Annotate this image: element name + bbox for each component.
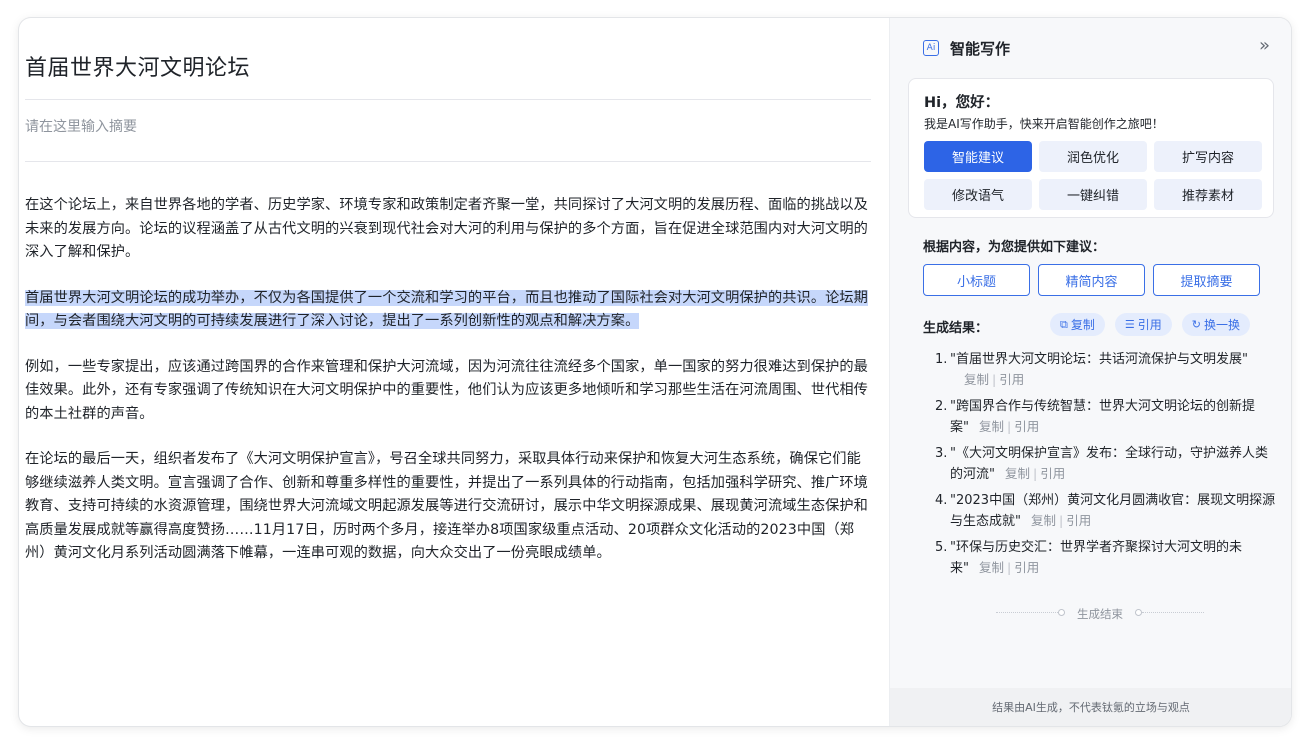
paragraph-text: 在论坛的最后一天，组织者发布了《大河文明保护宣言》，号召全球共同努力，采取具体行… — [25, 451, 868, 561]
result-copy-link[interactable]: 复制 — [979, 560, 1004, 575]
paragraph[interactable]: 在这个论坛上，来自世界各地的学者、历史学家、环境专家和政策制定者齐聚一堂，共同探… — [25, 194, 871, 265]
result-copy-link[interactable]: 复制 — [979, 419, 1004, 434]
panel-header: Ai 智能写作 » — [890, 18, 1291, 76]
ai-icon: Ai — [923, 40, 939, 56]
paragraph-text: 在这个论坛上，来自世界各地的学者、历史学家、环境专家和政策制定者齐聚一堂，共同探… — [25, 197, 868, 260]
recommend-material-button[interactable]: 推荐素材 — [1154, 179, 1262, 210]
result-number: 4. — [935, 493, 948, 508]
paragraph[interactable]: 例如，一些专家提出，应该通过跨国界的合作来管理和保护大河流域，因为河流往往流经多… — [25, 356, 871, 427]
abstract-input[interactable]: 请在这里输入摘要 — [25, 116, 137, 136]
result-number: 3. — [935, 446, 948, 461]
document-title[interactable]: 首届世界大河文明论坛 — [25, 50, 250, 82]
smart-suggest-button[interactable]: 智能建议 — [924, 141, 1032, 172]
selected-text: 首届世界大河文明论坛的成功举办，不仅为各国提供了一个交流和学习的平台，而且也推动… — [25, 289, 868, 329]
document-editor[interactable]: 首届世界大河文明论坛 请在这里输入摘要 在这个论坛上，来自世界各地的学者、历史学… — [19, 18, 889, 726]
quote-all-button[interactable]: ☰ 引用 — [1114, 313, 1172, 336]
result-number: 2. — [935, 399, 948, 414]
greeting-title: Hi，您好： — [924, 95, 1000, 111]
condense-button[interactable]: 精简内容 — [1038, 264, 1145, 296]
suggestion-buttons: 小标题 精简内容 提取摘要 — [923, 264, 1260, 296]
copy-icon: ⧉ — [1060, 317, 1068, 331]
result-toolbar: ⧉ 复制 ☰ 引用 ↻ 换一换 — [1050, 313, 1250, 336]
panel-footer: 结果由AI生成，不代表钛氪的立场与观点 — [890, 688, 1291, 726]
result-copy-link[interactable]: 复制 — [1005, 466, 1030, 481]
result-item: 3. "《大河文明保护宣言》发布：全球行动，守护滋养人类的河流" 复制 | 引用 — [935, 444, 1280, 485]
title-divider — [25, 99, 871, 100]
refresh-icon: ↻ — [1191, 318, 1201, 331]
result-text: "首届世界大河文明论坛：共话河流保护与文明发展" — [950, 352, 1248, 367]
suggestion-label: 根据内容，为您提供如下建议： — [923, 240, 1106, 255]
quote-label: 引用 — [1137, 318, 1162, 332]
paragraph-selected[interactable]: 首届世界大河文明论坛的成功举办，不仅为各国提供了一个交流和学习的平台，而且也推动… — [25, 287, 871, 334]
paragraph[interactable]: 在论坛的最后一天，组织者发布了《大河文明保护宣言》，号召全球共同努力，采取具体行… — [25, 448, 871, 566]
result-text: "《大河文明保护宣言》发布：全球行动，守护滋养人类的河流" — [950, 446, 1268, 482]
result-label: 生成结果： — [923, 321, 989, 336]
result-quote-link[interactable]: 引用 — [1014, 419, 1039, 434]
collapse-panel-icon[interactable]: » — [1259, 35, 1270, 56]
result-item: 5. "环保与历史交汇：世界学者齐聚探讨大河文明的未来" 复制 | 引用 — [935, 538, 1280, 579]
change-tone-button[interactable]: 修改语气 — [924, 179, 1032, 210]
result-quote-link[interactable]: 引用 — [1066, 513, 1091, 528]
result-copy-link[interactable]: 复制 — [1031, 513, 1056, 528]
greeting-card: Hi，您好： 我是AI写作助手，快来开启智能创作之旅吧！ 智能建议 润色优化 扩… — [908, 78, 1274, 218]
extract-summary-button[interactable]: 提取摘要 — [1153, 264, 1260, 296]
result-item: 2. "跨国界合作与传统智慧：世界大河文明论坛的创新提案" 复制 | 引用 — [935, 397, 1280, 438]
result-number: 5. — [935, 540, 948, 555]
expand-button[interactable]: 扩写内容 — [1154, 141, 1262, 172]
copy-label: 复制 — [1070, 318, 1095, 332]
panel-title: 智能写作 — [950, 40, 1011, 58]
refresh-label: 换一换 — [1203, 318, 1240, 332]
result-quote-link[interactable]: 引用 — [1014, 560, 1039, 575]
auto-correct-button[interactable]: 一键纠错 — [1039, 179, 1147, 210]
app-window: 首届世界大河文明论坛 请在这里输入摘要 在这个论坛上，来自世界各地的学者、历史学… — [19, 18, 1291, 726]
polish-button[interactable]: 润色优化 — [1039, 141, 1147, 172]
result-quote-link[interactable]: 引用 — [999, 372, 1024, 387]
result-text: "2023中国（郑州）黄河文化月圆满收官：展现文明探源与生态成就" — [950, 493, 1276, 529]
result-quote-link[interactable]: 引用 — [1040, 466, 1065, 481]
result-item: 4. "2023中国（郑州）黄河文化月圆满收官：展现文明探源与生态成就" 复制 | 引… — [935, 491, 1280, 532]
refresh-button[interactable]: ↻ 换一换 — [1181, 313, 1250, 336]
end-text: 生成结束 — [1077, 607, 1123, 621]
action-grid: 智能建议 润色优化 扩写内容 修改语气 一键纠错 推荐素材 — [924, 141, 1262, 210]
abstract-divider — [25, 161, 871, 162]
subtitle-button[interactable]: 小标题 — [923, 264, 1030, 296]
ai-writing-panel: Ai 智能写作 » Hi，您好： 我是AI写作助手，快来开启智能创作之旅吧！ 智… — [889, 18, 1291, 726]
result-number: 1. — [935, 352, 948, 367]
result-list: 1. "首届世界大河文明论坛：共话河流保护与文明发展" 复制 | 引用 2. "跨国界… — [935, 350, 1280, 585]
greeting-subtitle: 我是AI写作助手，快来开启智能创作之旅吧！ — [924, 117, 1164, 131]
copy-all-button[interactable]: ⧉ 复制 — [1050, 313, 1105, 336]
result-copy-link[interactable]: 复制 — [964, 372, 989, 387]
quote-icon: ☰ — [1124, 318, 1135, 331]
result-item: 1. "首届世界大河文明论坛：共话河流保护与文明发展" 复制 | 引用 — [935, 350, 1280, 391]
document-body[interactable]: 在这个论坛上，来自世界各地的学者、历史学家、环境专家和政策制定者齐聚一堂，共同探… — [25, 194, 871, 588]
generation-end-marker: 生成结束 — [990, 606, 1210, 621]
paragraph-text: 例如，一些专家提出，应该通过跨国界的合作来管理和保护大河流域，因为河流往往流经多… — [25, 358, 868, 422]
